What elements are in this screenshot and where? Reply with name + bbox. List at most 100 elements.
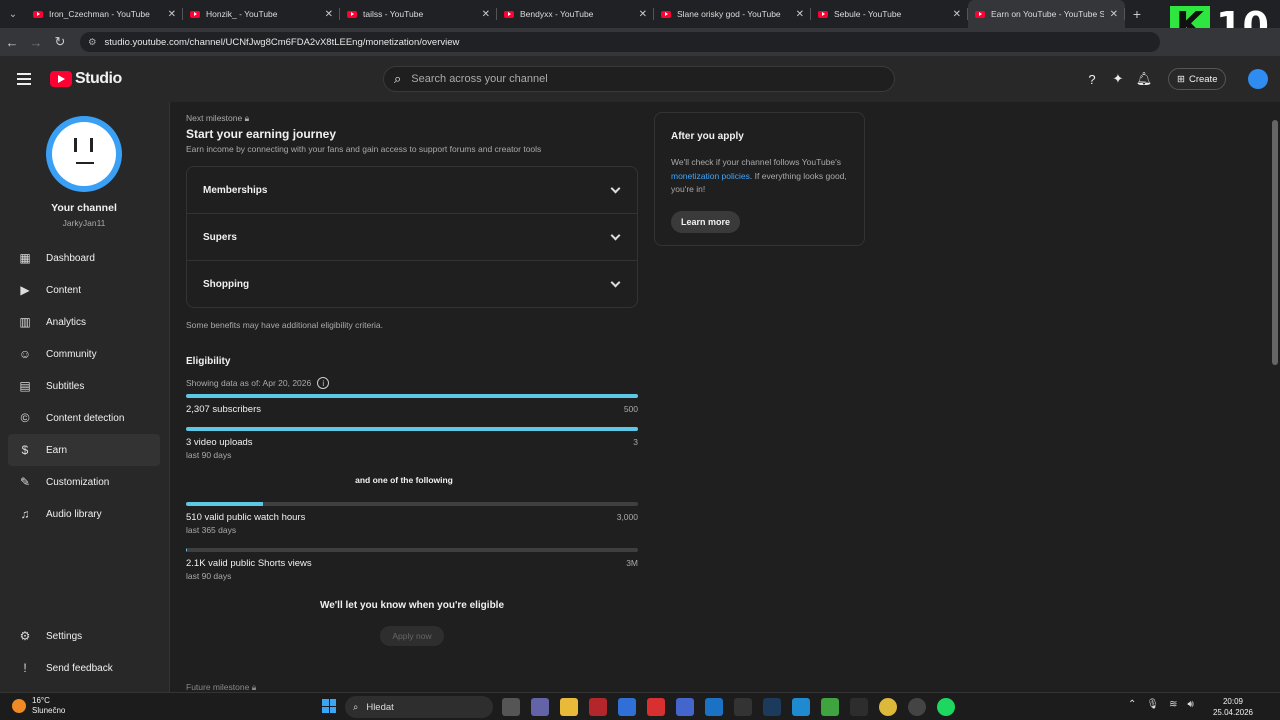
browser-tab[interactable]: Bendyxx - YouTube ✕ (497, 0, 654, 28)
new-tab-button[interactable]: + (1125, 6, 1149, 22)
reload-icon[interactable]: ↻ (48, 34, 72, 50)
search-placeholder: Search across your channel (411, 73, 548, 85)
sidebar-item-earn[interactable]: $ Earn (8, 434, 160, 466)
tab-title: Earn on YouTube - YouTube Studio (991, 9, 1104, 19)
chevron-up-icon[interactable]: ⌃ (1128, 699, 1136, 710)
clock[interactable]: 20:09 25.04.2026 (1198, 696, 1268, 718)
feature-label: Shopping (203, 279, 250, 290)
microphone-icon[interactable]: 🎙︎ (1146, 699, 1159, 710)
tab-title: Iron_Czechman - YouTube (49, 9, 150, 19)
feature-row-supers[interactable]: Supers (187, 214, 637, 261)
sidebar-item-content-detection[interactable]: © Content detection (8, 402, 160, 434)
monetization-policies-link[interactable]: monetization policies (671, 171, 750, 181)
sidebar-nav: ▦ Dashboard ▶ Content ▥ Analytics ☺ Community ▤ S… (8, 242, 160, 530)
tab-title: Slane orisky god - YouTube (677, 9, 781, 19)
close-tab-icon[interactable]: ✕ (796, 9, 804, 20)
apply-now-button[interactable]: Apply now (380, 626, 444, 646)
app-l-icon[interactable] (647, 698, 665, 716)
forward-icon[interactable]: → (24, 35, 48, 50)
journey-subtitle: Earn income by connecting with your fans… (186, 144, 542, 154)
studio-header: Studio ⌕ Search across your channel ? ✦ … (0, 56, 1280, 102)
close-tab-icon[interactable]: ✕ (482, 9, 490, 20)
account-avatar[interactable] (1248, 69, 1269, 89)
steam-icon[interactable] (763, 698, 781, 716)
create-button[interactable]: ⊞ Create (1168, 68, 1227, 90)
app-icon[interactable] (705, 698, 723, 716)
scrollbar[interactable] (1272, 120, 1278, 365)
lock-icon: 🔒︎ (244, 113, 250, 123)
close-tab-icon[interactable]: ✕ (325, 9, 333, 20)
app-icon[interactable] (589, 698, 607, 716)
customization-icon: ✎ (19, 475, 31, 489)
edge-icon[interactable] (792, 698, 810, 716)
learn-more-button[interactable]: Learn more (671, 210, 741, 233)
feature-label: Supers (203, 231, 237, 243)
tab-title: Bendyxx - YouTube (520, 9, 594, 19)
spotify-icon[interactable] (937, 698, 955, 716)
feedback-icon: ! (23, 661, 27, 675)
feature-row-shopping[interactable]: Shopping (187, 261, 637, 308)
browser-tab[interactable]: Slane orisky god - YouTube ✕ (654, 0, 811, 28)
sidebar-item-customization[interactable]: ✎ Customization (8, 466, 160, 498)
back-icon[interactable]: ← (0, 35, 24, 50)
store-icon[interactable] (618, 698, 636, 716)
feature-label: Memberships (203, 184, 268, 196)
file-explorer-icon[interactable] (560, 698, 578, 716)
app-icon[interactable] (850, 698, 868, 716)
browser-tab[interactable]: Iron_Czechman - YouTube ✕ (26, 0, 183, 28)
close-tab-icon[interactable]: ✕ (168, 9, 176, 20)
epic-games-icon[interactable] (734, 698, 752, 716)
close-tab-icon[interactable]: ✕ (1110, 9, 1118, 20)
minecraft-icon[interactable] (821, 698, 839, 716)
sparkle-icon[interactable]: ✦ (1110, 71, 1126, 87)
youtube-favicon-icon (818, 10, 828, 18)
sidebar-item-dashboard[interactable]: ▦ Dashboard (8, 242, 160, 274)
notifications-icon[interactable]: 🔔︎ (1136, 71, 1153, 87)
metric-label: 510 valid public watch hours (186, 512, 306, 523)
tab-search-button[interactable]: ⌄ (0, 0, 26, 28)
metric-progress (186, 502, 263, 506)
sidebar-item-audio-library[interactable]: ♫ Audio library (8, 498, 160, 530)
browser-tab[interactable]: Earn on YouTube - YouTube Studio ✕ (968, 0, 1125, 28)
search-input[interactable]: ⌕ Search across your channel (383, 66, 895, 92)
site-info-icon[interactable]: ⚙ (88, 37, 97, 48)
sidebar-item-subtitles[interactable]: ▤ Subtitles (8, 370, 160, 402)
taskbar-search[interactable]: ⌕ Hledat (345, 696, 493, 718)
close-tab-icon[interactable]: ✕ (953, 9, 961, 20)
future-milestone-label: Future milestone 🔒︎ (186, 682, 257, 692)
weather-widget[interactable]: 16°C Slunečno (12, 696, 65, 716)
task-view-icon[interactable] (502, 698, 520, 716)
sidebar-item-settings[interactable]: ⚙ Settings (8, 620, 160, 652)
info-icon[interactable]: i (317, 377, 330, 389)
sidebar-item-analytics[interactable]: ▥ Analytics (8, 306, 160, 338)
url-field[interactable]: ⚙ studio.youtube.com/channel/UCNfJwg8Cm6… (80, 32, 1160, 52)
sidebar: Your channel JarkyJan11 ▦ Dashboard ▶ Conte… (0, 102, 170, 692)
time: 20:09 (1222, 697, 1244, 706)
sidebar-item-community[interactable]: ☺ Community (8, 338, 160, 370)
wifi-icon[interactable]: ≋ (1169, 699, 1177, 710)
browser-tab[interactable]: Honzik_ - YouTube ✕ (183, 0, 340, 28)
sidebar-item-label: Earn (46, 444, 68, 456)
sidebar-item-label: Content (46, 284, 82, 296)
help-icon[interactable]: ? (1084, 71, 1100, 87)
chrome-icon[interactable] (879, 698, 897, 716)
browser-tab[interactable]: Sebule - YouTube ✕ (811, 0, 968, 28)
browser-tab[interactable]: tailss - YouTube ✕ (340, 0, 497, 28)
close-tab-icon[interactable]: ✕ (639, 9, 647, 20)
tab-title: Honzik_ - YouTube (206, 9, 278, 19)
app-icon[interactable] (676, 698, 694, 716)
app-icon[interactable] (908, 698, 926, 716)
channel-avatar[interactable] (46, 116, 122, 192)
menu-icon[interactable] (17, 73, 31, 88)
windows-start-icon[interactable] (322, 699, 336, 713)
feature-row-memberships[interactable]: Memberships (187, 167, 637, 214)
data-date-text: Showing data as of: Apr 20, 2026 (186, 378, 312, 388)
chevron-down-icon (610, 277, 621, 288)
studio-logo[interactable]: Studio (50, 70, 122, 88)
metric-period: last 365 days (186, 525, 237, 535)
volume-icon[interactable]: 🔊︎ (1187, 699, 1193, 710)
sidebar-item-send-feedback[interactable]: ! Send feedback (8, 652, 160, 684)
teams-icon[interactable] (531, 698, 549, 716)
taskbar-search-label: Hledat (366, 701, 394, 713)
sidebar-item-content[interactable]: ▶ Content (8, 274, 160, 306)
